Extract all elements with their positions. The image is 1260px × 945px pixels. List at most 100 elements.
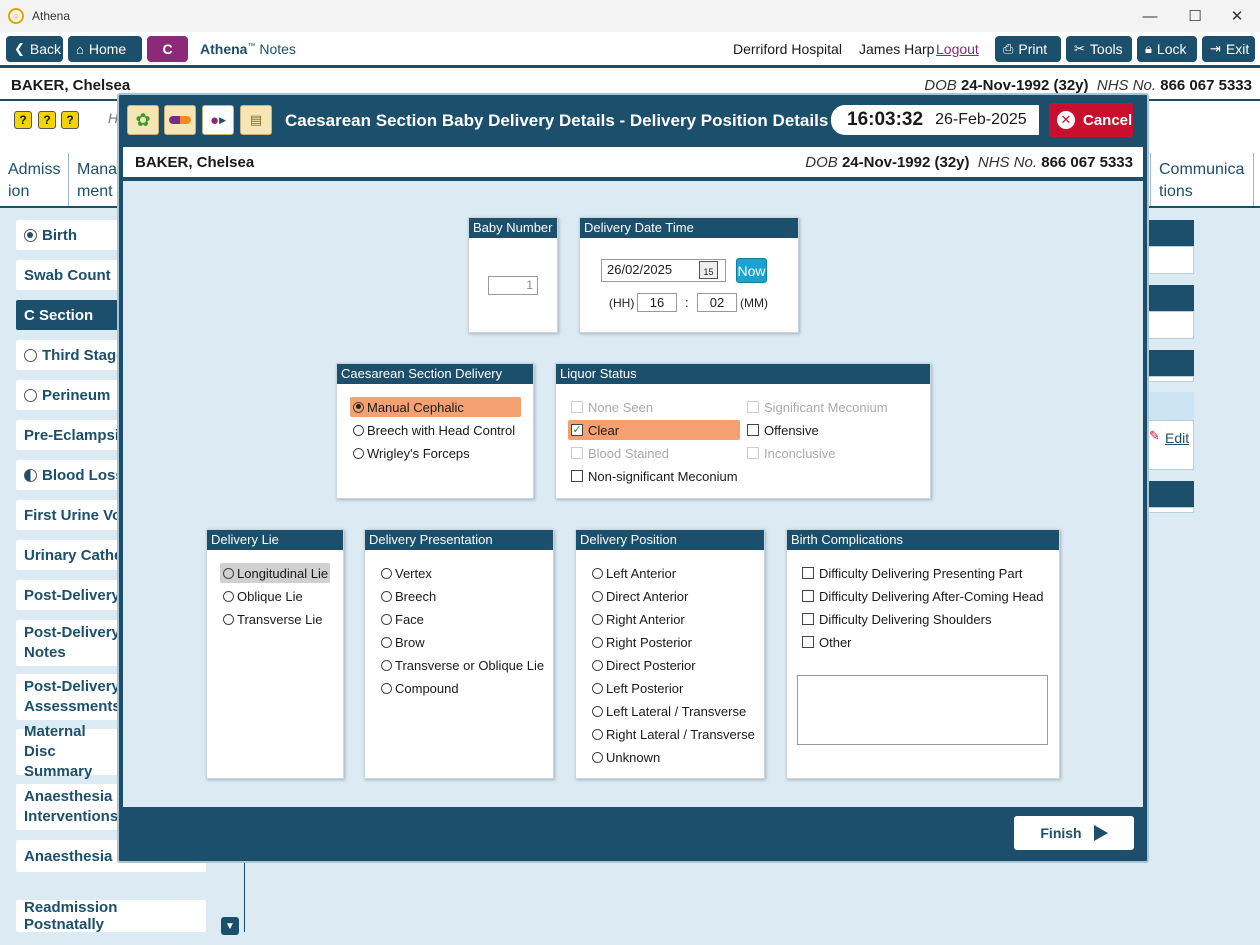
presentation-face[interactable]: Face (381, 609, 424, 629)
delivery-position-header: Delivery Position (576, 530, 764, 550)
nhs-value: 866 067 5333 (1160, 77, 1252, 94)
liquor-status-group: Liquor Status None Seen Significant Meco… (555, 363, 931, 499)
minimize-icon[interactable]: — (1127, 4, 1173, 28)
cancel-button[interactable]: ✕ Cancel (1049, 103, 1133, 137)
tab-admission[interactable]: Admiss ion (0, 153, 69, 206)
calendar-icon[interactable]: 15 (699, 261, 718, 279)
right-panel-5 (1148, 507, 1194, 513)
position-direct-posterior[interactable]: Direct Posterior (592, 655, 696, 675)
sidebar-item-label: Anaesthesia Interventions (24, 788, 119, 825)
finish-button[interactable]: Finish (1014, 816, 1134, 850)
baby-number-field[interactable]: 1 (488, 276, 538, 295)
maximize-icon[interactable]: ☐ (1172, 4, 1218, 28)
liquor-clear[interactable]: ✓ Clear (568, 420, 740, 440)
complication-shoulders[interactable]: Difficulty Delivering Shoulders (802, 609, 991, 629)
hour-input[interactable]: 16 (637, 293, 677, 312)
delivery-datetime-header: Delivery Date Time (580, 218, 798, 238)
dob-value: 24-Nov-1992 (32y) (841, 154, 970, 171)
position-left-lateral-transverse[interactable]: Left Lateral / Transverse (592, 701, 746, 721)
position-right-lateral-transverse[interactable]: Right Lateral / Transverse (592, 724, 755, 744)
sidebar-item-readmission-postnatally[interactable]: Readmission Postnatally (16, 899, 206, 933)
delivery-date-value: 26/02/2025 (607, 262, 673, 277)
edit-link[interactable]: Edit (1165, 430, 1189, 446)
position-left-posterior[interactable]: Left Posterior (592, 678, 683, 698)
radio-icon (381, 590, 392, 602)
sidebar-item-label: Post-Delivery Assessments (24, 678, 121, 715)
logout-link[interactable]: Logout (936, 41, 979, 57)
calendar-day: 15 (703, 267, 714, 277)
liquor-none-seen[interactable]: None Seen (571, 397, 653, 417)
radio-icon (592, 613, 603, 625)
cs-type-wrigleys-forceps[interactable]: Wrigley's Forceps (353, 443, 470, 463)
print-button[interactable]: ⎙ Print (995, 36, 1061, 62)
baby-icon[interactable]: ● ▶ (202, 105, 234, 135)
presentation-breech[interactable]: Breech (381, 586, 436, 606)
lock-button[interactable]: 🔒︎ Lock (1137, 36, 1197, 62)
radio-icon (381, 613, 392, 625)
position-unknown[interactable]: Unknown (592, 747, 660, 767)
liquor-non-significant-meconium[interactable]: Non-significant Meconium (571, 466, 738, 486)
option-label: None Seen (588, 399, 654, 415)
window-title: Athena (32, 9, 71, 23)
option-label: Left Anterior (606, 565, 677, 581)
right-panel-4: ✎ Edit (1148, 420, 1194, 470)
tools-button[interactable]: ✂ Tools (1066, 36, 1132, 62)
position-direct-anterior[interactable]: Direct Anterior (592, 586, 688, 606)
presentation-brow[interactable]: Brow (381, 632, 425, 652)
complications-notes-textarea[interactable] (797, 675, 1048, 745)
home-button[interactable]: ⌂ Home (68, 36, 142, 62)
cs-type-breech-head-control[interactable]: Breech with Head Control (353, 420, 515, 440)
checkbox-icon (802, 636, 814, 648)
position-left-anterior[interactable]: Left Anterior (592, 563, 676, 583)
now-button[interactable]: Now (736, 258, 767, 283)
dialog-body: Baby Number 1 Delivery Date Time 26/02/2… (123, 181, 1143, 807)
liquor-inconclusive[interactable]: Inconclusive (747, 443, 836, 463)
flower-icon[interactable]: ✿ (127, 105, 159, 135)
mm-label: (MM) (740, 296, 768, 310)
help-question-icon[interactable]: ? (61, 111, 79, 129)
cs-type-manual-cephalic[interactable]: Manual Cephalic (350, 397, 521, 417)
presentation-compound[interactable]: Compound (381, 678, 459, 698)
dialog-footer: Finish (123, 807, 1143, 855)
lie-transverse[interactable]: Transverse Lie (223, 609, 323, 629)
c-button[interactable]: C (147, 36, 188, 62)
liquor-blood-stained[interactable]: Blood Stained (571, 443, 669, 463)
complication-presenting-part[interactable]: Difficulty Delivering Presenting Part (802, 563, 1023, 583)
dialog-title: Caesarean Section Baby Delivery Details … (285, 111, 829, 130)
lie-oblique[interactable]: Oblique Lie (223, 586, 303, 606)
back-button[interactable]: ❮ Back (6, 36, 63, 62)
help-list-icon[interactable]: ? (14, 111, 32, 129)
medication-icon[interactable] (164, 105, 196, 135)
position-right-posterior[interactable]: Right Posterior (592, 632, 692, 652)
delivery-datetime-group: Delivery Date Time 26/02/2025 15 Now (HH… (579, 217, 799, 333)
minute-input[interactable]: 02 (697, 293, 737, 312)
checkbox-icon (747, 401, 759, 413)
presentation-vertex[interactable]: Vertex (381, 563, 432, 583)
tab-communications[interactable]: Communica tions (1150, 153, 1254, 206)
close-window-icon[interactable]: ✕ (1214, 4, 1260, 28)
exit-button[interactable]: ⇥ Exit (1202, 36, 1255, 62)
notes-icon[interactable]: ▤ (240, 105, 272, 135)
presentation-transverse-oblique[interactable]: Transverse or Oblique Lie (381, 655, 544, 675)
sidebar-item-label: Anaesthesia F (24, 847, 126, 865)
position-right-anterior[interactable]: Right Anterior (592, 609, 685, 629)
radio-selected-icon (353, 401, 364, 413)
help-icon[interactable]: ? (38, 111, 56, 129)
radio-icon (592, 659, 603, 671)
birth-complications-header: Birth Complications (787, 530, 1059, 550)
complication-other[interactable]: Other (802, 632, 852, 652)
delivery-presentation-group: Delivery Presentation Vertex Breech Face… (364, 529, 554, 779)
radio-icon (223, 567, 234, 579)
liquor-significant-meconium[interactable]: Significant Meconium (747, 397, 888, 417)
scroll-down-icon[interactable]: ▼ (221, 917, 239, 935)
right-panel-3 (1148, 376, 1194, 382)
option-label: Oblique Lie (237, 588, 303, 604)
sidebar-item-label: Post-Delivery Notes (24, 624, 120, 661)
dialog-header: ✿ ● ▶ ▤ Caesarean Section Baby Delivery D… (119, 95, 1147, 147)
play-arrow-icon (1093, 825, 1108, 841)
delivery-lie-group: Delivery Lie Longitudinal Lie Oblique Li… (206, 529, 344, 779)
radio-icon (223, 613, 234, 625)
liquor-offensive[interactable]: Offensive (747, 420, 819, 440)
complication-after-coming-head[interactable]: Difficulty Delivering After-Coming Head (802, 586, 1043, 606)
lie-longitudinal[interactable]: Longitudinal Lie (220, 563, 330, 583)
